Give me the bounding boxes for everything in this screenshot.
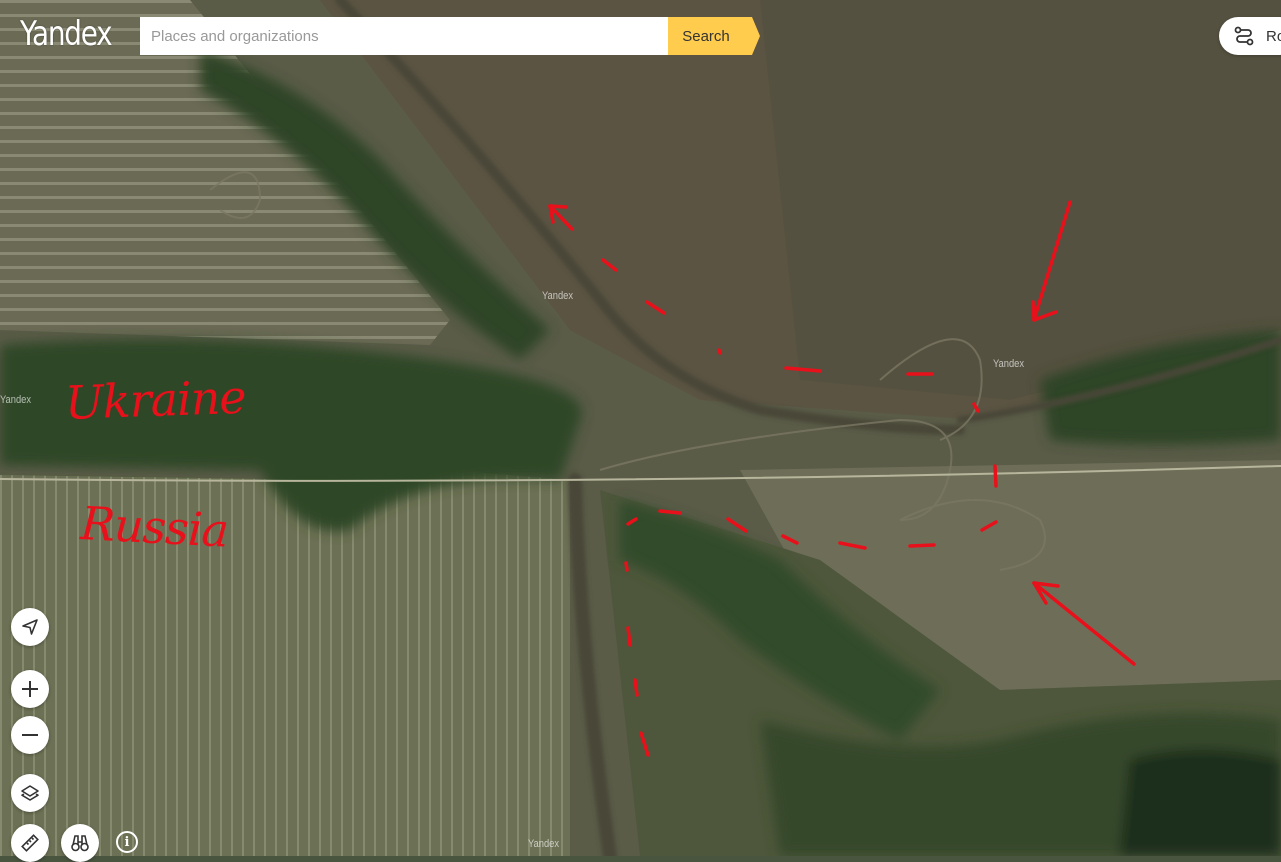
- russia-annotation: Russia: [79, 496, 230, 558]
- routes-label: Ro: [1266, 27, 1281, 45]
- layers-icon: [20, 783, 40, 803]
- plus-icon: [20, 679, 40, 699]
- search-button[interactable]: Search: [668, 17, 760, 55]
- route-icon: [1232, 24, 1256, 48]
- map-watermark: Yandex: [993, 358, 1025, 370]
- navigation-arrow-icon: [20, 617, 40, 637]
- satellite-map[interactable]: [0, 0, 1281, 856]
- panorama-button[interactable]: [61, 824, 99, 862]
- info-button[interactable]: i: [116, 831, 138, 853]
- zoom-in-button[interactable]: [11, 670, 49, 708]
- info-icon: i: [124, 834, 130, 850]
- binoculars-icon: [69, 832, 91, 854]
- ruler-icon: [19, 832, 41, 854]
- locate-button[interactable]: [11, 608, 49, 646]
- minus-icon: [20, 725, 40, 745]
- routes-button[interactable]: Ro: [1219, 17, 1281, 55]
- map-watermark: Yandex: [528, 838, 560, 850]
- search-input[interactable]: [140, 17, 668, 55]
- map-watermark: Yandex: [0, 394, 32, 406]
- ukraine-annotation: Ukraine: [64, 369, 247, 430]
- layers-button[interactable]: [11, 774, 49, 812]
- map-watermark: Yandex: [542, 290, 574, 302]
- search-bar: Search: [140, 17, 760, 55]
- yandex-logo[interactable]: Yandex: [20, 14, 113, 54]
- ruler-button[interactable]: [11, 824, 49, 862]
- zoom-out-button[interactable]: [11, 716, 49, 754]
